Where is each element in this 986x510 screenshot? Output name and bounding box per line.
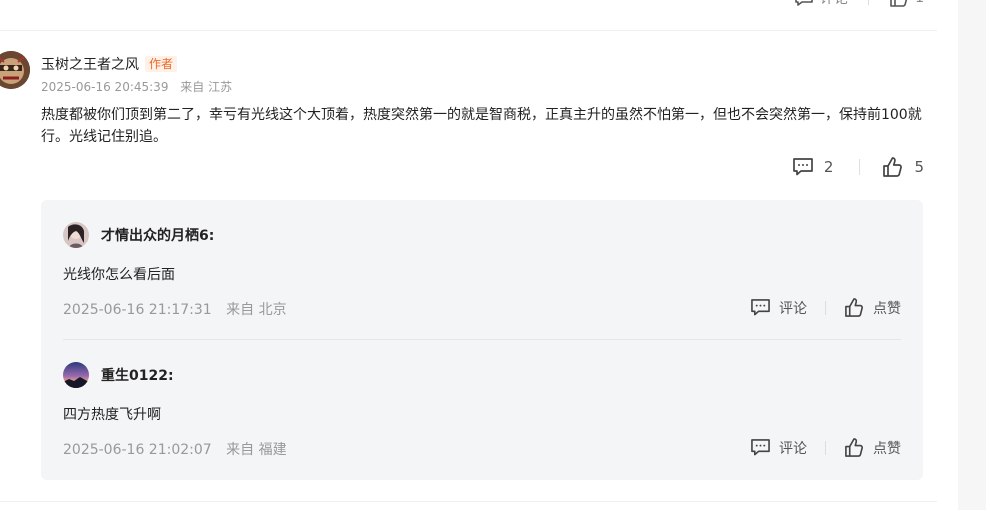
reply-timestamp: 2025-06-16 21:17:31 bbox=[63, 302, 212, 318]
author-badge: 作者 bbox=[145, 56, 178, 72]
reply-comment-button[interactable]: 评论 bbox=[750, 438, 807, 458]
replies-panel: 才情出众的月栖6: 光线你怎么看后面 2025-06-16 21:17:31 来… bbox=[41, 200, 923, 480]
comment-icon bbox=[795, 0, 813, 6]
like-count: 5 bbox=[914, 158, 924, 176]
reply-like-label: 点赞 bbox=[873, 440, 901, 457]
like-button[interactable]: 5 bbox=[882, 156, 924, 178]
right-scroll-rail bbox=[958, 0, 986, 510]
comment-author: 玉树之王者之风 作者 bbox=[41, 54, 178, 74]
avatar[interactable] bbox=[63, 362, 89, 388]
reply-comment-button[interactable]: 评论 bbox=[750, 298, 807, 318]
comment-content: 热度都被你们顶到第二了，幸亏有光线这个大顶着，热度突然第一的就是智商税，正真主升… bbox=[41, 107, 922, 145]
reply-like-button[interactable]: 点赞 bbox=[844, 297, 901, 318]
previous-like-button[interactable]: 1 bbox=[889, 0, 924, 8]
previous-comment-button[interactable]: 评论 bbox=[794, 0, 848, 8]
thumbs-up-icon bbox=[845, 438, 863, 457]
reply-username[interactable]: 重生0122: bbox=[101, 365, 174, 385]
reply-timestamp: 2025-06-16 21:02:07 bbox=[63, 442, 212, 458]
reply-comment-label: 评论 bbox=[779, 300, 807, 317]
previous-comment-label: 评论 bbox=[820, 0, 848, 8]
reply-location: 来自 北京 bbox=[226, 302, 287, 318]
previous-comment-actions: 评论 1 bbox=[794, 0, 924, 8]
reply-username[interactable]: 才情出众的月栖6: bbox=[101, 225, 214, 245]
reply-divider bbox=[63, 339, 901, 340]
reply-actions: 评论 点赞 bbox=[750, 437, 901, 458]
comment-timestamp: 2025-06-16 20:45:39 bbox=[41, 80, 169, 94]
comment-icon bbox=[793, 158, 813, 176]
username[interactable]: 玉树之王者之风 bbox=[41, 54, 139, 74]
comment-actions: 2 5 bbox=[792, 156, 924, 178]
reply-meta: 2025-06-16 21:17:31 来自 北京 bbox=[63, 299, 287, 319]
comment-divider bbox=[0, 30, 937, 31]
avatar[interactable] bbox=[0, 51, 30, 89]
comment-icon bbox=[751, 299, 770, 316]
previous-like-count: 1 bbox=[915, 0, 924, 6]
reply-location: 来自 福建 bbox=[226, 442, 287, 458]
reply-like-button[interactable]: 点赞 bbox=[844, 437, 901, 458]
reply-comment-label: 评论 bbox=[779, 440, 807, 457]
comment-divider bbox=[0, 501, 937, 502]
comment-location: 来自 江苏 bbox=[180, 80, 233, 94]
comment-meta: 2025-06-16 20:45:39 来自 江苏 bbox=[41, 78, 232, 95]
reply-text: 四方热度飞升啊 bbox=[63, 407, 161, 423]
reply-like-label: 点赞 bbox=[873, 300, 901, 317]
reply-count: 2 bbox=[823, 158, 834, 176]
thumbs-up-icon bbox=[883, 157, 903, 177]
reply-button[interactable]: 2 bbox=[792, 157, 834, 177]
thumbs-up-icon bbox=[845, 298, 863, 317]
action-separator bbox=[825, 300, 826, 315]
thumbs-up-icon bbox=[890, 0, 908, 7]
action-separator bbox=[859, 159, 861, 175]
action-separator bbox=[868, 0, 870, 5]
reply-meta: 2025-06-16 21:02:07 来自 福建 bbox=[63, 439, 287, 459]
reply-actions: 评论 点赞 bbox=[750, 297, 901, 318]
avatar[interactable] bbox=[63, 222, 89, 248]
comment-icon bbox=[751, 439, 770, 456]
reply-text: 光线你怎么看后面 bbox=[63, 267, 175, 283]
action-separator bbox=[825, 440, 826, 455]
